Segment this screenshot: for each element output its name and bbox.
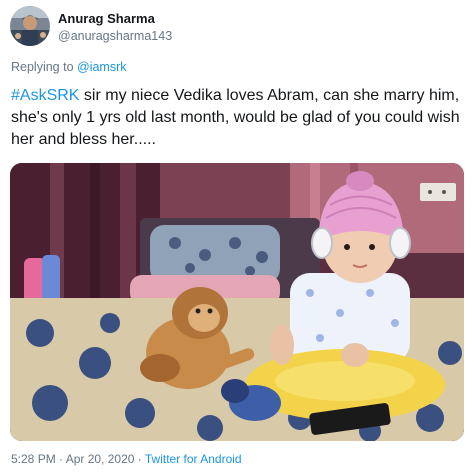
photo-baby-with-toy-lion — [10, 163, 464, 441]
tweet-card: Anurag Sharma @anuragsharma143 Replying … — [0, 0, 476, 473]
tweet-meta: 5:28 PM · Apr 20, 2020 · Twitter for And… — [11, 452, 242, 466]
reply-prefix: Replying to — [11, 60, 78, 74]
tweet-body: #AskSRK sir my niece Vedika loves Abram,… — [11, 85, 469, 151]
reply-mention-link[interactable]: @iamsrk — [77, 60, 127, 74]
tweet-timestamp[interactable]: 5:28 PM · Apr 20, 2020 — [11, 452, 134, 466]
reply-context: Replying to @iamsrk — [11, 60, 127, 74]
hashtag-link[interactable]: #AskSRK — [11, 87, 79, 104]
tweet-photo[interactable] — [10, 163, 464, 441]
author-handle[interactable]: @anuragsharma143 — [58, 29, 172, 43]
author-display-name[interactable]: Anurag Sharma — [58, 11, 155, 26]
tweet-text: sir my niece Vedika loves Abram, can she… — [11, 87, 460, 148]
avatar[interactable] — [10, 6, 50, 46]
avatar-image — [10, 6, 50, 46]
tweet-source-link[interactable]: Twitter for Android — [145, 452, 242, 466]
meta-separator: · — [134, 452, 145, 466]
